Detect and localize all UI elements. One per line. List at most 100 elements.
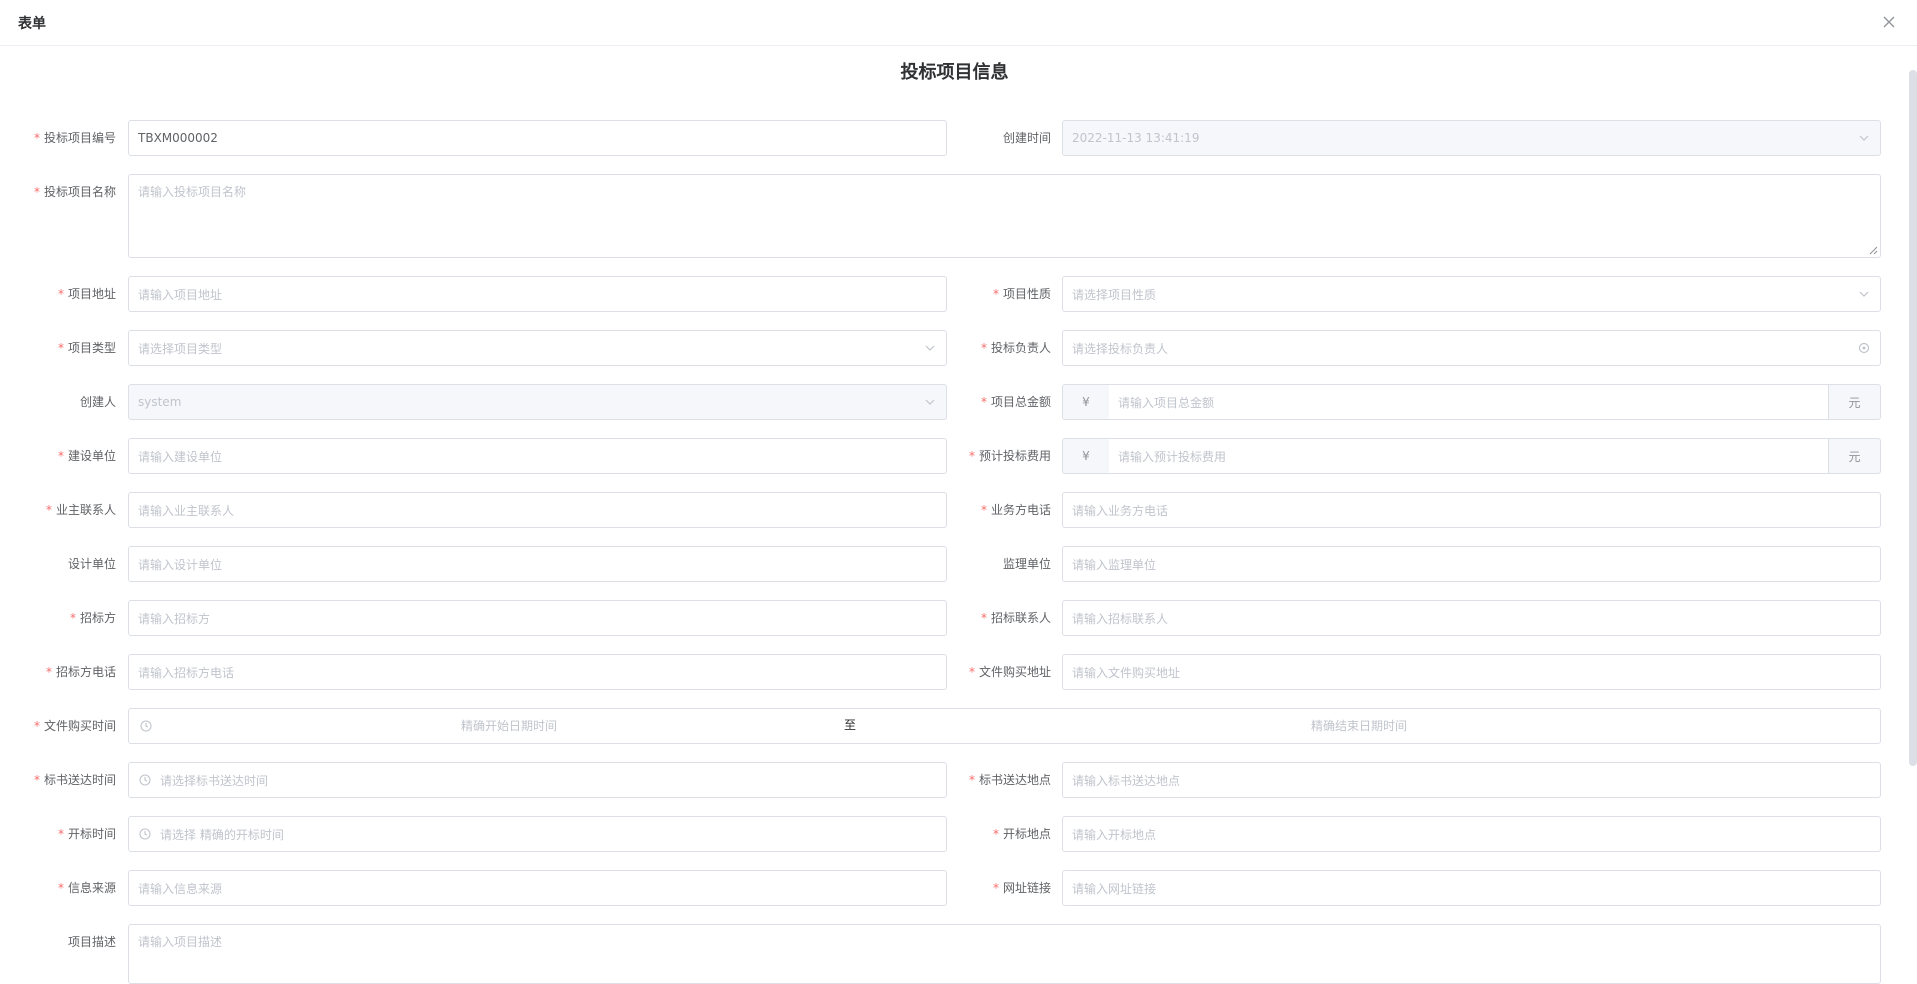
label-project-address: * 项目地址: [57, 287, 116, 301]
label-project-name: * 投标项目名称: [33, 185, 116, 199]
construction-unit-placeholder: 请输入建设单位: [138, 449, 223, 464]
label-description: 项目描述: [67, 935, 116, 949]
tender-phone-input[interactable]: 请输入招标方电话: [128, 654, 947, 690]
range-start-input[interactable]: 精确开始日期时间: [159, 709, 859, 743]
project-nature-select[interactable]: 请选择项目性质: [1062, 276, 1881, 312]
chevron-down-icon: [923, 341, 937, 355]
range-end-input[interactable]: 精确结束日期时间: [889, 709, 1829, 743]
label-bid-open-place: * 开标地点: [992, 827, 1051, 841]
info-source-placeholder: 请输入信息来源: [138, 881, 223, 896]
label-bid-owner: * 投标负责人: [980, 341, 1051, 355]
chevron-down-icon: [1857, 287, 1871, 301]
label-project-nature: * 项目性质: [992, 287, 1051, 301]
label-estimated-cost: * 预计投标费用: [968, 449, 1051, 463]
project-type-placeholder: 请选择项目类型: [138, 341, 223, 356]
project-address-input[interactable]: 请输入项目地址: [128, 276, 947, 312]
label-tender-contact: * 招标联系人: [980, 611, 1051, 625]
bid-owner-select[interactable]: 请选择投标负责人: [1062, 330, 1881, 366]
project-no-value: TBXM000002: [138, 131, 218, 145]
bid-open-time-picker[interactable]: 请选择 精确的开标时间: [128, 816, 947, 852]
bid-owner-placeholder: 请选择投标负责人: [1072, 341, 1169, 356]
label-bid-open-time: * 开标时间: [57, 827, 116, 841]
bid-open-place-placeholder: 请输入开标地点: [1072, 827, 1157, 842]
description-placeholder: 请输入项目描述: [138, 935, 223, 949]
doc-purchase-address-input[interactable]: 请输入文件购买地址: [1062, 654, 1881, 690]
creator-value: system: [138, 395, 182, 409]
bid-delivery-place-placeholder: 请输入标书送达地点: [1072, 773, 1181, 788]
construction-unit-input[interactable]: 请输入建设单位: [128, 438, 947, 474]
description-textarea[interactable]: 请输入项目描述: [128, 924, 1881, 984]
website-link-placeholder: 请输入网址链接: [1072, 881, 1157, 896]
website-link-input[interactable]: 请输入网址链接: [1062, 870, 1881, 906]
design-unit-placeholder: 请输入设计单位: [138, 557, 223, 572]
doc-purchase-address-placeholder: 请输入文件购买地址: [1072, 665, 1181, 680]
doc-purchase-time-range[interactable]: 精确开始日期时间 至 精确结束日期时间: [128, 708, 1881, 744]
dialog-header: 表单: [0, 0, 1917, 46]
form-title: 投标项目信息: [900, 62, 1009, 83]
label-project-no: * 投标项目编号: [33, 131, 116, 145]
owner-contact-input[interactable]: 请输入业主联系人: [128, 492, 947, 528]
label-supervision-unit: 监理单位: [1002, 557, 1051, 571]
project-no-input[interactable]: TBXM000002: [128, 120, 947, 156]
label-project-type: * 项目类型: [57, 341, 116, 355]
project-nature-placeholder: 请选择项目性质: [1072, 287, 1157, 302]
close-icon[interactable]: [1879, 12, 1899, 32]
estimated-cost-suffix: 元: [1828, 438, 1881, 474]
supervision-unit-placeholder: 请输入监理单位: [1072, 557, 1157, 572]
clock-icon: [138, 773, 152, 787]
total-amount-prefix: ¥: [1062, 384, 1110, 420]
total-amount-placeholder: 请输入项目总金额: [1118, 395, 1215, 410]
resize-handle-icon[interactable]: [1869, 246, 1878, 255]
estimated-cost-prefix: ¥: [1062, 438, 1110, 474]
range-separator: 至: [844, 718, 857, 732]
label-creator: 创建人: [79, 395, 116, 409]
tender-phone-placeholder: 请输入招标方电话: [138, 665, 235, 680]
bid-delivery-time-placeholder: 请选择标书送达时间: [160, 773, 269, 788]
clock-icon: [139, 719, 153, 733]
estimated-cost-input[interactable]: 请输入预计投标费用: [1109, 438, 1829, 474]
tenderer-input[interactable]: 请输入招标方: [128, 600, 947, 636]
creator-select[interactable]: system: [128, 384, 947, 420]
estimated-cost-placeholder: 请输入预计投标费用: [1118, 449, 1227, 464]
bid-delivery-time-picker[interactable]: 请选择标书送达时间: [128, 762, 947, 798]
dialog-title: 表单: [18, 16, 46, 32]
circle-icon[interactable]: [1857, 341, 1871, 355]
project-type-select[interactable]: 请选择项目类型: [128, 330, 947, 366]
info-source-input[interactable]: 请输入信息来源: [128, 870, 947, 906]
label-business-phone: * 业务方电话: [980, 503, 1051, 517]
bid-open-place-input[interactable]: 请输入开标地点: [1062, 816, 1881, 852]
label-construction-unit: * 建设单位: [57, 449, 116, 463]
created-time-value: 2022-11-13 13:41:19: [1072, 131, 1200, 145]
label-tender-phone: * 招标方电话: [45, 665, 116, 679]
created-time-input[interactable]: 2022-11-13 13:41:19: [1062, 120, 1881, 156]
clock-icon: [138, 827, 152, 841]
total-amount-suffix: 元: [1828, 384, 1881, 420]
label-bid-delivery-time: * 标书送达时间: [33, 773, 116, 787]
label-bid-delivery-place: * 标书送达地点: [968, 773, 1051, 787]
label-tenderer: * 招标方: [69, 611, 116, 625]
project-name-textarea[interactable]: 请输入投标项目名称: [128, 174, 1881, 258]
project-name-placeholder: 请输入投标项目名称: [138, 185, 247, 199]
scrollbar[interactable]: [1909, 70, 1917, 766]
tender-contact-input[interactable]: 请输入招标联系人: [1062, 600, 1881, 636]
label-design-unit: 设计单位: [67, 557, 116, 571]
label-owner-contact: * 业主联系人: [45, 503, 116, 517]
project-address-placeholder: 请输入项目地址: [138, 287, 223, 302]
bid-delivery-place-input[interactable]: 请输入标书送达地点: [1062, 762, 1881, 798]
label-doc-purchase-time: * 文件购买时间: [33, 719, 116, 733]
supervision-unit-input[interactable]: 请输入监理单位: [1062, 546, 1881, 582]
label-info-source: * 信息来源: [57, 881, 116, 895]
business-phone-placeholder: 请输入业务方电话: [1072, 503, 1169, 518]
label-website-link: * 网址链接: [992, 881, 1051, 895]
tender-contact-placeholder: 请输入招标联系人: [1072, 611, 1169, 626]
chevron-down-icon: [1857, 131, 1871, 145]
design-unit-input[interactable]: 请输入设计单位: [128, 546, 947, 582]
tenderer-placeholder: 请输入招标方: [138, 611, 211, 626]
business-phone-input[interactable]: 请输入业务方电话: [1062, 492, 1881, 528]
label-total-amount: * 项目总金额: [980, 395, 1051, 409]
owner-contact-placeholder: 请输入业主联系人: [138, 503, 235, 518]
chevron-down-icon: [923, 395, 937, 409]
bid-open-time-placeholder: 请选择 精确的开标时间: [160, 827, 284, 842]
total-amount-input[interactable]: 请输入项目总金额: [1109, 384, 1829, 420]
label-doc-purchase-address: * 文件购买地址: [968, 665, 1051, 679]
